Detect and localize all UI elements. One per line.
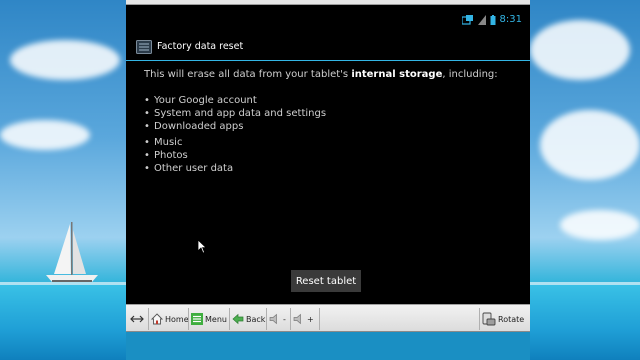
cloud [10, 40, 120, 80]
intro-text: This will erase all data from your table… [144, 69, 498, 80]
mouse-cursor-icon [198, 240, 206, 253]
cloud [540, 110, 640, 180]
home-label: Home [165, 314, 189, 324]
page-title: Factory data reset [157, 41, 244, 52]
signal-icon [477, 14, 486, 25]
back-label: Back [246, 314, 266, 324]
toolbar-divider [319, 308, 320, 330]
emulator-toolbar: Home Menu Back - + Rotate [126, 304, 530, 332]
toolbar-divider [479, 308, 480, 330]
cloud [560, 210, 640, 240]
reset-tablet-button[interactable]: Reset tablet [291, 270, 361, 292]
menu-label: Menu [205, 314, 227, 324]
battery-icon [490, 14, 496, 25]
toolbar-divider [148, 308, 149, 330]
home-icon [151, 313, 163, 325]
list-item: Other user data [144, 162, 326, 175]
status-bar: 8:31 [126, 5, 530, 33]
erase-list: Your Google account System and app data … [144, 94, 326, 175]
list-item: Your Google account [144, 94, 326, 107]
toggle-button[interactable] [130, 308, 144, 330]
volume-up-button[interactable]: + [293, 308, 314, 330]
rotate-button[interactable]: Rotate [482, 308, 524, 330]
list-item: System and app data and settings [144, 107, 326, 120]
speaker-icon [269, 313, 277, 325]
volume-down-button[interactable]: - [269, 308, 286, 330]
menu-button[interactable]: Menu [191, 308, 227, 330]
rotate-device-icon [482, 312, 496, 326]
toolbar-divider [188, 308, 189, 330]
settings-icon[interactable] [136, 40, 152, 54]
status-icons: 8:31 [461, 14, 522, 25]
rotate-label: Rotate [498, 314, 525, 324]
list-item: Downloaded apps [144, 120, 326, 133]
clock: 8:31 [499, 14, 522, 25]
device-screen: 8:31 Factory data reset This will erase … [126, 5, 530, 304]
toolbar-divider [266, 308, 267, 330]
home-button[interactable]: Home [151, 308, 189, 330]
sailboat-icon [46, 222, 98, 282]
list-item: Music [144, 136, 326, 149]
list-item: Photos [144, 149, 326, 162]
back-arrow-icon [232, 313, 244, 325]
volume-up-label: + [307, 314, 314, 324]
back-button[interactable]: Back [232, 308, 265, 330]
toolbar-divider [229, 308, 230, 330]
desktop-bottom [126, 332, 530, 360]
intro-bold: internal storage [351, 69, 443, 80]
toolbar-divider [290, 308, 291, 330]
menu-icon [191, 313, 203, 325]
action-bar: Factory data reset [126, 35, 530, 61]
intro-prefix: This will erase all data from your table… [144, 69, 352, 80]
cloud [0, 120, 90, 150]
speaker-icon [293, 313, 301, 325]
intro-suffix: , including: [442, 69, 498, 80]
cloud [530, 20, 630, 80]
double-arrow-icon [130, 315, 144, 323]
network-icon [461, 14, 473, 25]
volume-down-label: - [283, 314, 286, 324]
